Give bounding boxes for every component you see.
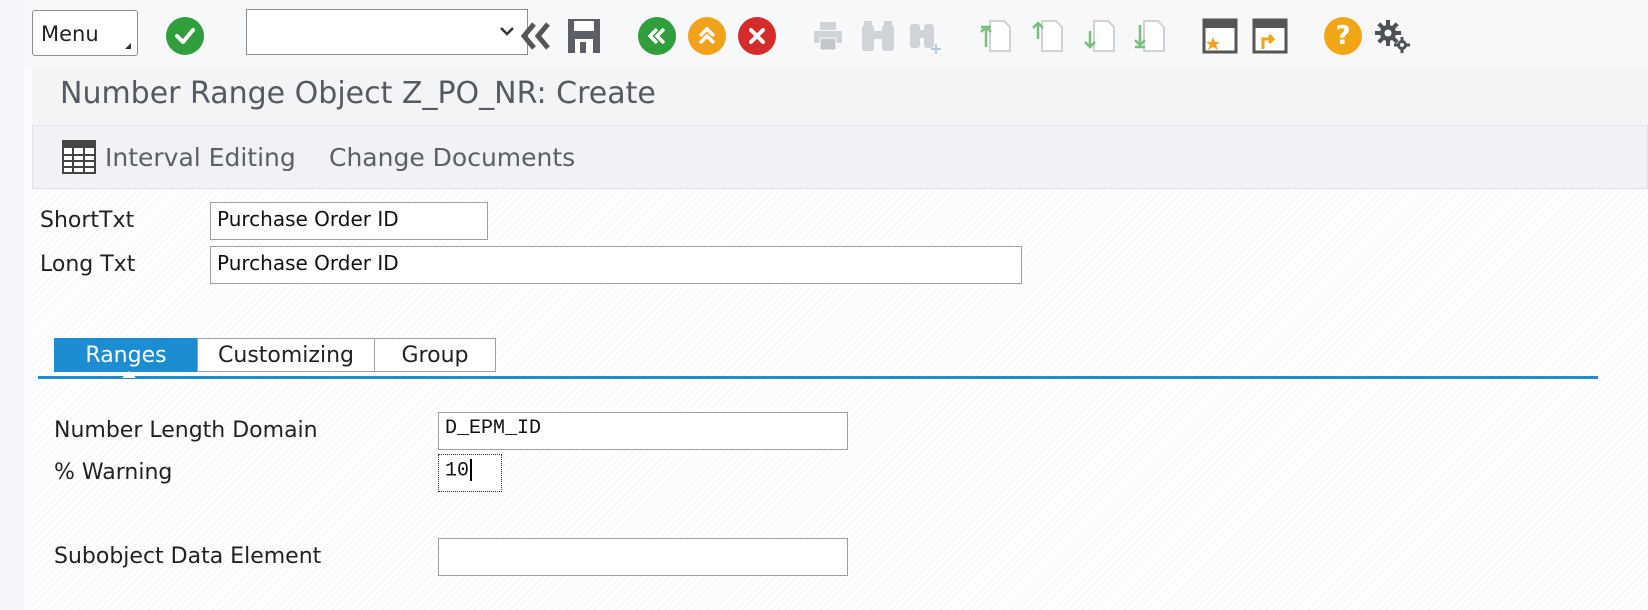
text-cursor — [470, 459, 473, 481]
back-double-button[interactable] — [516, 14, 556, 58]
change-documents-label: Change Documents — [329, 142, 576, 172]
command-input[interactable] — [251, 12, 485, 54]
back-icon — [638, 17, 676, 55]
command-field[interactable] — [246, 9, 528, 55]
exit-button[interactable] — [688, 14, 726, 58]
application-toolbar: Interval Editing Change Documents — [32, 125, 1648, 189]
menu-corner-icon — [125, 43, 131, 49]
interval-table-icon — [62, 140, 96, 174]
help-icon: ? — [1324, 17, 1362, 55]
change-documents-button[interactable]: Change Documents — [329, 138, 575, 176]
first-page-button[interactable] — [976, 14, 1016, 58]
long-txt-label: Long Txt — [40, 252, 136, 277]
number-length-domain-field[interactable]: D_EPM_ID — [438, 412, 848, 450]
last-page-icon — [1134, 20, 1165, 52]
last-page-button[interactable] — [1130, 14, 1170, 58]
settings-button[interactable] — [1372, 14, 1414, 58]
help-button[interactable]: ? — [1324, 14, 1362, 58]
sap-gui-window: Menu ? Number Range Object Z_PO_NR: Crea… — [24, 0, 1648, 610]
form-area: ShortTxt Purchase Order ID Long Txt Purc… — [32, 190, 1648, 610]
print-icon — [814, 22, 842, 51]
subobject-data-element-field[interactable] — [438, 538, 848, 576]
subobject-data-element-label: Subobject Data Element — [54, 544, 322, 569]
chevron-down-icon[interactable] — [499, 22, 515, 41]
settings-icon — [1375, 20, 1410, 53]
enter-button[interactable] — [166, 14, 204, 58]
create-session-icon — [1202, 18, 1238, 54]
short-txt-label: ShortTxt — [40, 208, 135, 233]
exit-icon — [688, 17, 726, 55]
system-toolbar: Menu ? — [24, 0, 1648, 66]
find-icon — [862, 21, 894, 51]
generate-shortcut-button[interactable] — [1250, 14, 1290, 58]
find-next-icon — [910, 24, 941, 54]
short-txt-field[interactable]: Purchase Order ID — [210, 202, 488, 240]
title-bar: Number Range Object Z_PO_NR: Create — [32, 66, 1648, 124]
check-icon — [166, 17, 204, 55]
tab-customizing[interactable]: Customizing — [197, 338, 375, 372]
left-border — [0, 0, 25, 610]
help-glyph: ? — [1335, 21, 1351, 51]
active-tab-indicator — [122, 371, 136, 378]
find-button[interactable] — [858, 14, 898, 58]
number-length-domain-label: Number Length Domain — [54, 418, 318, 443]
tab-ranges[interactable]: Ranges — [54, 338, 198, 372]
print-button[interactable] — [810, 14, 846, 58]
previous-page-icon — [1032, 20, 1063, 52]
page-title: Number Range Object Z_PO_NR: Create — [60, 76, 656, 111]
generate-shortcut-icon — [1252, 18, 1288, 54]
interval-editing-button[interactable]: Interval Editing — [61, 138, 296, 176]
next-page-icon — [1084, 20, 1115, 52]
first-page-icon — [980, 20, 1011, 52]
ranges-panel: Number Length Domain D_EPM_ID % Warning … — [50, 390, 1590, 610]
next-page-button[interactable] — [1080, 14, 1120, 58]
menu-button-label: Menu — [41, 22, 99, 46]
tab-group[interactable]: Group — [374, 338, 496, 372]
warning-percent-field[interactable]: 10 — [438, 454, 502, 492]
save-button[interactable] — [564, 14, 604, 58]
warning-percent-label: % Warning — [54, 460, 173, 485]
back-button[interactable] — [638, 14, 676, 58]
back-double-icon — [520, 22, 550, 50]
long-txt-field[interactable]: Purchase Order ID — [210, 246, 1022, 284]
save-icon — [568, 19, 600, 53]
tab-strip: Ranges Customizing Group — [54, 338, 496, 372]
create-session-button[interactable] — [1200, 14, 1240, 58]
tab-underline — [38, 376, 1598, 379]
previous-page-button[interactable] — [1028, 14, 1068, 58]
menu-button[interactable]: Menu — [32, 10, 138, 56]
interval-editing-label: Interval Editing — [105, 142, 296, 172]
find-next-button[interactable] — [906, 14, 946, 58]
cancel-icon — [738, 17, 776, 55]
warning-percent-value: 10 — [445, 459, 470, 483]
cancel-button[interactable] — [738, 14, 776, 58]
